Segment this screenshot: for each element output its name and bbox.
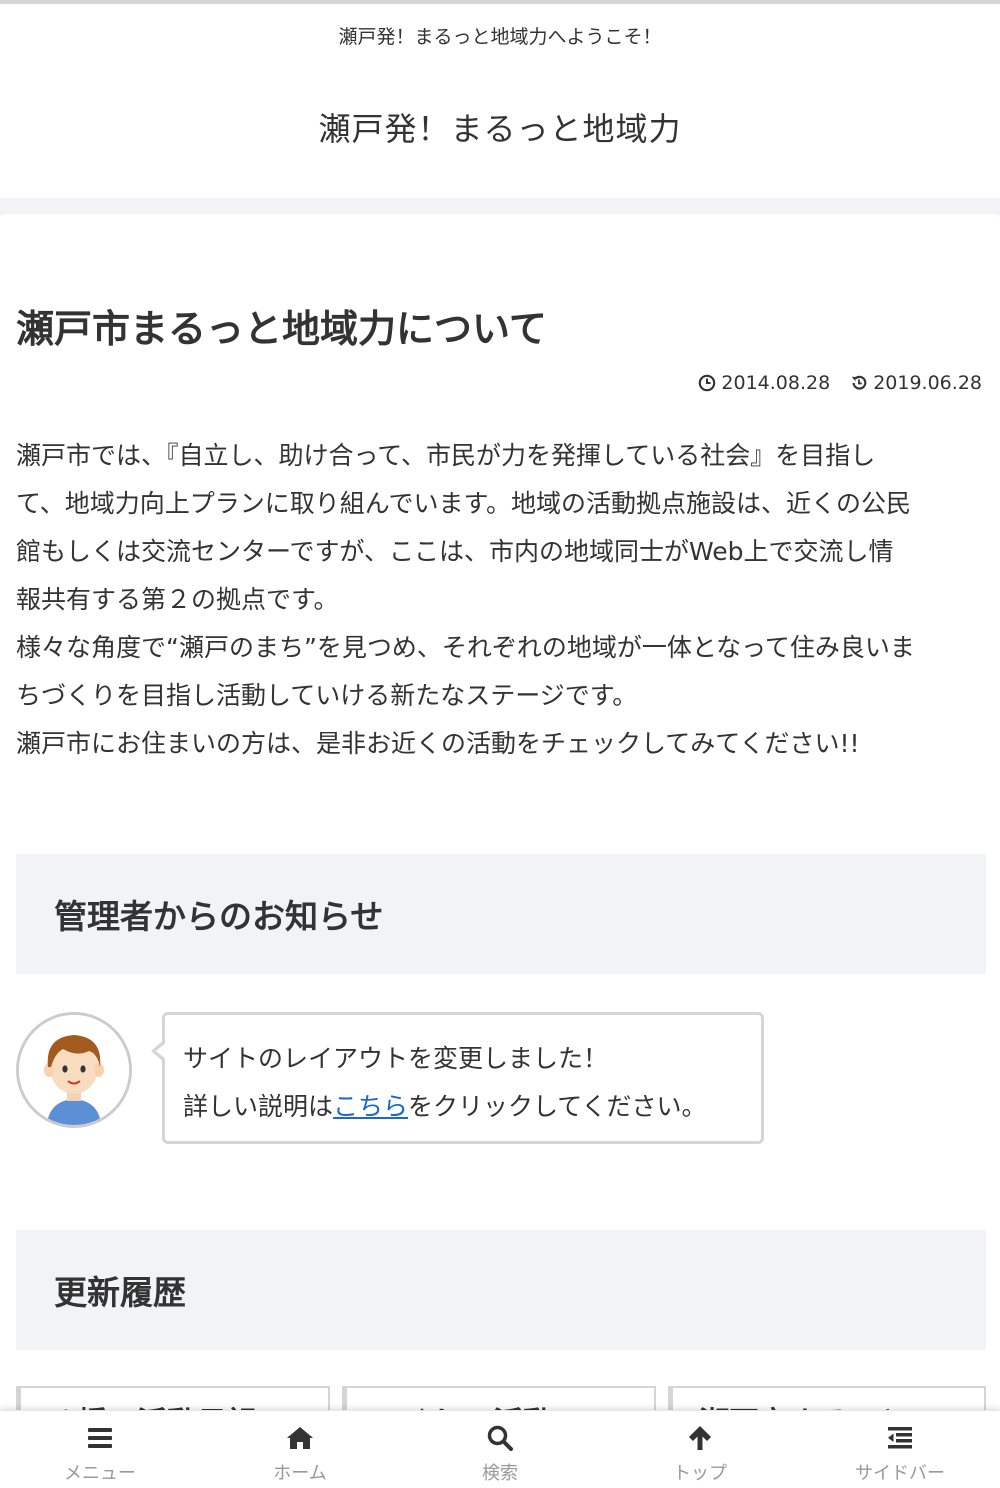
nav-sidebar-label: サイドバー — [855, 1463, 945, 1484]
home-icon — [287, 1427, 313, 1449]
notice-heading: 管理者からのお知らせ — [16, 854, 986, 974]
notice-line-2: 詳しい説明はこちらをクリックしてください。 — [183, 1083, 743, 1131]
nav-top-button[interactable]: トップ — [600, 1411, 800, 1488]
body-line: 瀬戸市にお住まいの方は、是非お近くの活動をチェックしてみてください!! — [16, 729, 860, 758]
notice-text-before: 詳しい説明は — [183, 1092, 334, 1121]
avatar — [16, 1012, 132, 1128]
nav-top-label: トップ — [673, 1463, 727, 1484]
nav-search-button[interactable]: 検索 — [400, 1411, 600, 1488]
history-icon — [852, 375, 867, 390]
body-line: 様々な角度で“瀬戸のまち”を見つめ、それぞれの地域が一体となって住み良いま — [16, 633, 915, 662]
nav-menu-label: メニュー — [64, 1463, 136, 1484]
arrow-up-icon — [689, 1426, 711, 1450]
body-line: ちづくりを目指し活動していける新たなステージです。 — [16, 681, 638, 710]
bottom-navigation: メニュー ホーム 検索 トップ サイドバー — [0, 1410, 1000, 1488]
avatar-illustration — [19, 1015, 129, 1125]
nav-search-label: 検索 — [482, 1463, 518, 1484]
post-dates: 2014.08.28 2019.06.28 — [684, 372, 982, 394]
history-heading: 更新履歴 — [16, 1230, 986, 1350]
menu-icon — [88, 1428, 112, 1448]
site-name-link[interactable]: 瀬戸発！まるっと地域力 — [0, 104, 1000, 150]
nav-home-button[interactable]: ホーム — [200, 1411, 400, 1488]
body-line: て、地域力向上プランに取り組んでいます。地域の活動拠点施設は、近くの公民 — [16, 489, 912, 518]
nav-home-label: ホーム — [273, 1463, 327, 1484]
notice-speech-bubble: サイトのレイアウトを変更しました！ 詳しい説明はこちらをクリックしてください。 — [151, 1012, 764, 1144]
article-body: 瀬戸市では、『自立し、助け合って、市民が力を発揮している社会』を目指し て、地域… — [16, 432, 986, 768]
nav-sidebar-button[interactable]: サイドバー — [800, 1411, 1000, 1488]
published-date-text: 2014.08.28 — [721, 372, 831, 394]
site-header: 瀬戸発！まるっと地域力へようこそ！ 瀬戸発！まるっと地域力 — [0, 4, 1000, 198]
sidebar-icon — [888, 1427, 912, 1449]
notice-line-1: サイトのレイアウトを変更しました！ — [183, 1044, 609, 1073]
notice-link[interactable]: こちら — [333, 1092, 408, 1121]
main-content: 瀬戸市まるっと地域力について 2014.08.28 2019.06.28 瀬戸市… — [0, 214, 1000, 1488]
body-line: 報共有する第２の拠点です。 — [16, 585, 339, 614]
body-line: 館もしくは交流センターですが、ここは、市内の地域同士がWeb上で交流し情 — [16, 537, 894, 566]
notice-text-after: をクリックしてください。 — [408, 1092, 707, 1121]
nav-menu-button[interactable]: メニュー — [0, 1411, 200, 1488]
page-title: 瀬戸市まるっと地域力について — [16, 307, 547, 351]
updated-date-text: 2019.06.28 — [873, 372, 982, 394]
updated-date: 2019.06.28 — [850, 372, 982, 394]
site-tagline: 瀬戸発！まるっと地域力へようこそ！ — [338, 26, 662, 48]
search-icon — [487, 1425, 513, 1451]
published-date: 2014.08.28 — [698, 372, 830, 394]
clock-icon — [699, 374, 716, 392]
body-line: 瀬戸市では、『自立し、助け合って、市民が力を発揮している社会』を目指し — [16, 441, 876, 470]
